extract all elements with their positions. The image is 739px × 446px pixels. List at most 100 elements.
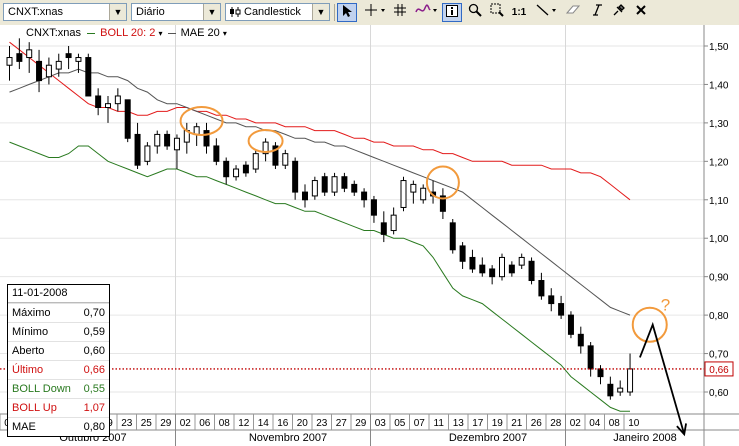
indicator-button[interactable] xyxy=(413,3,441,22)
candle-body xyxy=(292,160,299,193)
candle-body xyxy=(400,180,407,208)
chevron-down-icon[interactable]: ▾ xyxy=(158,29,162,38)
chart-legend: CNXT:xnas BOLL 20: 2 ▾ MAE 20 ▾ xyxy=(26,27,227,39)
candle-body xyxy=(627,368,634,393)
close-button[interactable] xyxy=(631,3,651,22)
candle-body xyxy=(242,164,249,174)
candle-body xyxy=(173,137,180,151)
x-tick-label: 04 xyxy=(589,418,601,429)
x-tick-label: 02 xyxy=(180,418,192,429)
legend-boll-lower-swatch xyxy=(87,32,96,34)
candle-body xyxy=(587,345,594,370)
candle xyxy=(223,157,230,185)
info-label: Máximo xyxy=(12,307,51,319)
candle-body xyxy=(302,191,308,201)
chart-type-select[interactable]: Candlestick ▼ xyxy=(225,3,330,21)
x-tick-label: 28 xyxy=(550,418,562,429)
chart-area[interactable]: 1,50 1,40 1,30 1,20 1,10 1,00 0,90 0,80 0,70 0,60… xyxy=(0,25,739,446)
zoom-out-button[interactable] xyxy=(487,3,507,22)
eraser-button[interactable] xyxy=(563,3,583,22)
grid-icon xyxy=(394,4,406,16)
candle-body xyxy=(95,95,102,109)
chart-toolbar: CNXT:xnas ▼ Diário ▼ Candlestick ▼ 1:1 xyxy=(0,0,739,26)
candle xyxy=(627,353,634,396)
y-tick-label: 1,00 xyxy=(709,234,729,245)
chevron-down-icon[interactable]: ▼ xyxy=(203,4,220,20)
chevron-down-icon[interactable]: ▼ xyxy=(109,4,126,20)
info-date: 11-01-2008 xyxy=(8,285,109,303)
candle-body xyxy=(499,256,505,278)
crosshair-button[interactable] xyxy=(362,3,390,22)
month-labels: Outubro 2007 Novembro 2007 Dezembro 2007 Ja… xyxy=(59,432,676,444)
candle xyxy=(45,57,52,85)
y-axis-ticks: 1,50 1,40 1,30 1,20 1,10 1,00 0,90 0,80 0,70 0,60 xyxy=(704,42,729,399)
one-to-one-button[interactable]: 1:1 xyxy=(509,3,529,22)
legend-mae-swatch xyxy=(167,32,176,34)
candle-body xyxy=(617,387,624,393)
zoom-button[interactable] xyxy=(465,3,485,22)
line-tool-button[interactable] xyxy=(533,3,561,22)
candle-body xyxy=(390,214,397,232)
info-label: BOLL Down xyxy=(12,383,71,395)
candle xyxy=(213,138,220,166)
candle xyxy=(508,261,515,277)
text-tool-button[interactable] xyxy=(586,3,606,22)
info-label: Mínimo xyxy=(12,326,49,338)
y-tick-label: 1,20 xyxy=(709,157,729,168)
grid-button[interactable] xyxy=(390,3,410,22)
candle-body xyxy=(607,383,614,397)
candle xyxy=(95,88,102,116)
candle-body xyxy=(351,183,358,193)
candle-body xyxy=(331,176,338,193)
info-button[interactable] xyxy=(442,3,462,22)
candle-body xyxy=(321,176,328,193)
info-value: 0,70 xyxy=(83,307,105,319)
candle xyxy=(16,38,23,70)
cursor-button[interactable] xyxy=(337,3,357,22)
x-tick-label: 23 xyxy=(316,418,328,429)
x-tick-label: 20 xyxy=(297,418,309,429)
symbol-select[interactable]: CNXT:xnas ▼ xyxy=(3,3,127,21)
settings-icon xyxy=(613,4,625,16)
period-select[interactable]: Diário ▼ xyxy=(131,3,221,21)
candle-body xyxy=(55,60,62,70)
candle xyxy=(607,376,614,400)
candle-body xyxy=(489,268,496,278)
crosshair-icon xyxy=(365,4,385,16)
info-label: BOLL Up xyxy=(12,402,57,414)
candle xyxy=(439,188,446,219)
candle xyxy=(577,326,584,354)
candlestick-chart[interactable]: 1,50 1,40 1,30 1,20 1,10 1,00 0,90 0,80 0,70 0,60… xyxy=(0,25,739,446)
candle-body xyxy=(528,260,535,282)
candle xyxy=(36,49,43,93)
candle xyxy=(26,42,33,73)
candle-body xyxy=(252,153,259,170)
info-label: MAE xyxy=(12,421,36,433)
candle xyxy=(6,46,13,81)
candle-body xyxy=(85,57,92,97)
chevron-down-icon[interactable]: ▼ xyxy=(312,4,329,20)
candle-body xyxy=(45,64,52,78)
month-label: Janeiro 2008 xyxy=(613,432,677,444)
candle-body xyxy=(233,168,240,178)
month-label: Novembro 2007 xyxy=(249,432,327,444)
y-tick-label: 0,80 xyxy=(709,311,729,322)
x-tick-label: 08 xyxy=(609,418,621,429)
candle xyxy=(341,172,348,193)
legend-boll[interactable]: BOLL 20: 2 xyxy=(100,27,155,39)
candle xyxy=(499,253,505,281)
candle-body xyxy=(134,133,141,166)
y-tick-label: 0,70 xyxy=(709,350,729,361)
last-price-label: 0,66 xyxy=(709,365,729,376)
info-row: Aberto 0,60 xyxy=(8,341,109,360)
settings-button[interactable] xyxy=(609,3,629,22)
chevron-down-icon[interactable]: ▾ xyxy=(223,29,227,38)
legend-mae[interactable]: MAE 20 xyxy=(181,27,220,39)
candle-body xyxy=(36,60,43,82)
candle xyxy=(587,342,594,377)
candle xyxy=(449,219,456,254)
price-info-box: 11-01-2008 Máximo 0,70 Mínimo 0,59 Aberto 0,6… xyxy=(7,284,110,437)
info-value: 0,66 xyxy=(83,364,105,376)
info-value: 1,07 xyxy=(83,402,105,414)
candle xyxy=(262,138,269,162)
